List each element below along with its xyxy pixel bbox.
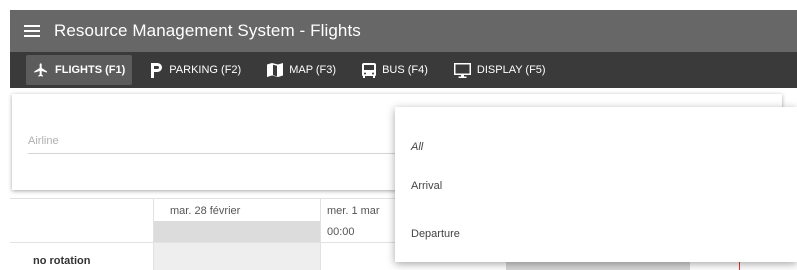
airline-select[interactable]: Airline ▼	[28, 128, 401, 154]
dropdown-option-departure[interactable]: Departure	[395, 215, 797, 253]
time-slot-cell	[154, 221, 320, 242]
app-title: Resource Management System - Flights	[54, 21, 361, 40]
parking-icon	[151, 62, 163, 78]
time-header: 00:00	[327, 226, 355, 238]
bus-icon	[362, 62, 377, 78]
main-tab-bar: FLIGHTS (F1) PARKING (F2) MAP (F3) BUS (…	[10, 52, 797, 88]
tab-map[interactable]: MAP (F3)	[260, 55, 343, 85]
date-header: mar. 28 février	[170, 205, 241, 217]
monitor-icon	[453, 62, 471, 78]
tab-display-label: DISPLAY (F5)	[476, 64, 546, 76]
grid-line	[320, 198, 321, 270]
row-label: no rotation	[33, 255, 91, 267]
tab-bus[interactable]: BUS (F4)	[355, 55, 435, 85]
flight-type-dropdown: All Arrival Departure	[395, 107, 797, 262]
tab-parking-label: PARKING (F2)	[169, 64, 242, 76]
app-title-bar: Resource Management System - Flights	[10, 10, 797, 52]
dropdown-option-all[interactable]: All	[395, 128, 797, 166]
date-header: mer. 1 mar	[327, 205, 380, 217]
hamburger-menu-icon[interactable]	[10, 10, 54, 52]
map-icon	[267, 63, 284, 77]
tab-flights[interactable]: FLIGHTS (F1)	[26, 55, 133, 85]
tab-flights-label: FLIGHTS (F1)	[55, 64, 126, 76]
airplane-icon	[33, 62, 49, 78]
tab-display[interactable]: DISPLAY (F5)	[447, 55, 553, 85]
tab-bus-label: BUS (F4)	[382, 64, 428, 76]
airline-select-placeholder: Airline	[28, 134, 59, 147]
time-slot-cell	[154, 243, 320, 270]
dropdown-option-arrival[interactable]: Arrival	[395, 167, 797, 205]
tab-map-label: MAP (F3)	[289, 64, 337, 76]
tab-parking[interactable]: PARKING (F2)	[144, 55, 248, 85]
